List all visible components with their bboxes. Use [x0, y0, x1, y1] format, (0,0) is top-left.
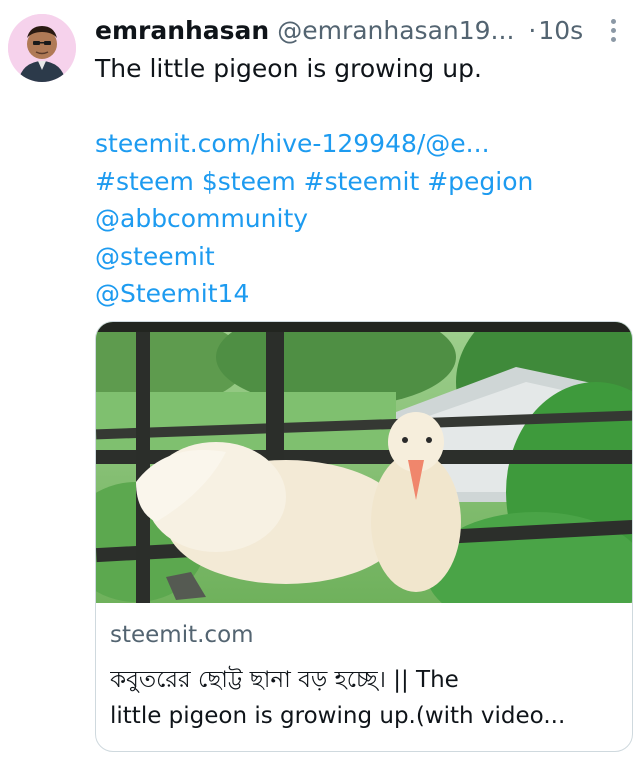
tweet-header: emranhasan @emranhasan19... · 10s: [95, 12, 625, 48]
card-domain: steemit.com: [110, 622, 254, 648]
mention-steemit[interactable]: @steemit: [95, 238, 625, 276]
separator-dot: ·: [528, 15, 537, 45]
mention-steemit14[interactable]: @Steemit14: [95, 275, 625, 313]
tweet-body: The little pigeon is growing up. steemit…: [95, 50, 625, 313]
tweet-text: The little pigeon is growing up.: [95, 54, 482, 83]
tweet-hashtags[interactable]: #steem $steem #steemit #pegion: [95, 163, 625, 201]
timestamp[interactable]: 10s: [538, 16, 583, 45]
avatar[interactable]: [8, 14, 76, 82]
card-title-line-2: little pigeon is growing up.(with video.…: [110, 703, 566, 729]
avatar-icon: [8, 14, 76, 82]
pigeon-photo: [96, 322, 632, 603]
more-vertical-icon[interactable]: [601, 16, 625, 44]
tweet-link[interactable]: steemit.com/hive-129948/@e...: [95, 125, 625, 163]
display-name[interactable]: emranhasan: [95, 16, 269, 45]
mention-abbcommunity[interactable]: @abbcommunity: [95, 200, 625, 238]
card-title-line-1: কবুতরের ছোট্ট ছানা বড় হচ্ছে। || The: [110, 667, 459, 693]
card-title: কবুতরের ছোট্ট ছানা বড় হচ্ছে। || The lit…: [110, 662, 620, 734]
user-handle[interactable]: @emranhasan19...: [277, 16, 514, 45]
link-preview-card[interactable]: steemit.com কবুতরের ছোট্ট ছানা বড় হচ্ছে…: [95, 321, 633, 752]
card-image[interactable]: [96, 322, 632, 603]
